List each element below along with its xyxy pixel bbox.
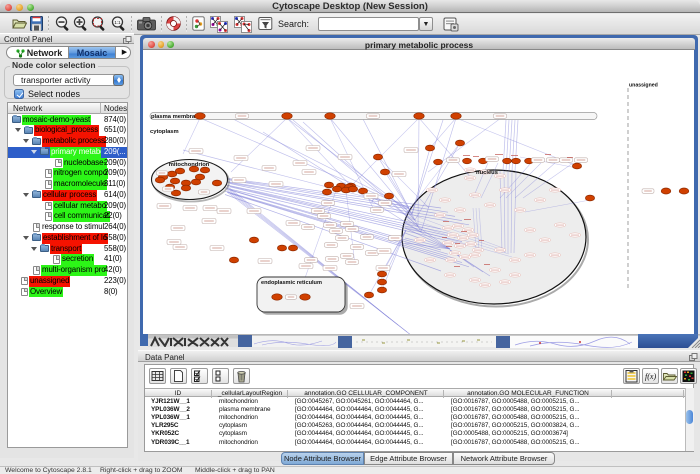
svg-text:endoplasmic reticulum: endoplasmic reticulum bbox=[261, 280, 322, 286]
svg-text:cytoplasm: cytoplasm bbox=[150, 129, 179, 135]
svg-text:nucleus: nucleus bbox=[476, 170, 498, 176]
svg-text:unassigned: unassigned bbox=[629, 83, 658, 89]
svg-text:1:1: 1:1 bbox=[114, 20, 121, 25]
svg-text:mitochondrion: mitochondrion bbox=[169, 162, 210, 168]
svg-text:f(x): f(x) bbox=[645, 372, 656, 381]
